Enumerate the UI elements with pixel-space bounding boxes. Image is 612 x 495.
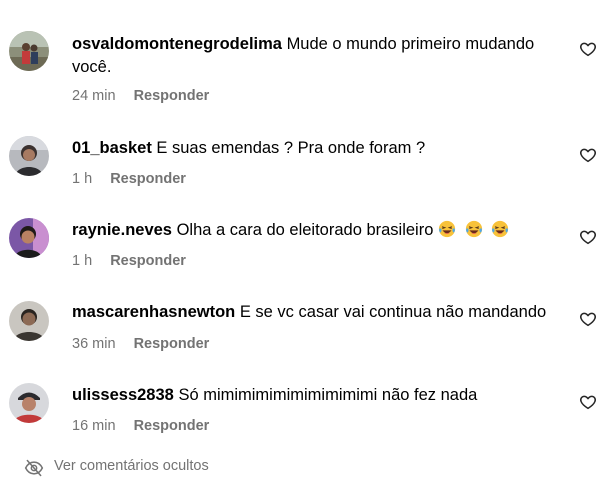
heart-outline-icon[interactable] <box>579 146 597 164</box>
heart-outline-icon[interactable] <box>579 310 597 328</box>
comment-meta: 24 min Responder <box>72 88 209 104</box>
laughing-crying-emoji <box>465 220 482 238</box>
comment-body: raynie.neves Olha a cara do eleitorado b… <box>72 219 572 242</box>
comment-time: 1 h <box>72 171 93 187</box>
comment-body: mascarenhasnewton E se vc casar vai cont… <box>72 301 572 324</box>
avatar[interactable] <box>9 383 49 423</box>
reply-button[interactable]: Responder <box>110 171 186 187</box>
reply-button[interactable]: Responder <box>134 336 210 352</box>
comment-body: 01_basket E suas emendas ? Pra onde fora… <box>72 137 572 160</box>
laughing-crying-emoji <box>438 220 456 238</box>
comment-username[interactable]: osvaldomontenegrodelima <box>72 35 282 53</box>
heart-outline-icon[interactable] <box>579 393 597 411</box>
avatar[interactable] <box>9 31 49 71</box>
comment-meta: 1 h Responder <box>72 171 186 187</box>
comment-time: 24 min <box>72 88 116 104</box>
comment-username[interactable]: raynie.neves <box>72 221 172 239</box>
heart-outline-icon[interactable] <box>579 228 597 246</box>
comment-text: Olha a cara do eleitorado brasileiro <box>176 221 434 239</box>
comment-time: 16 min <box>72 418 116 434</box>
comment-meta: 16 min Responder <box>72 418 209 434</box>
comment-text: Só mimimimimimimimimimi não fez nada <box>178 386 478 404</box>
hidden-comments-label: Ver comentários ocultos <box>54 458 209 474</box>
eye-slash-icon <box>24 459 44 477</box>
comment-body: osvaldomontenegrodelima Mude o mundo pri… <box>72 33 572 79</box>
comment-text: E suas emendas ? Pra onde foram ? <box>156 139 426 157</box>
laughing-crying-emoji <box>492 220 509 238</box>
avatar[interactable] <box>9 136 49 176</box>
reply-button[interactable]: Responder <box>134 88 210 104</box>
comment-username[interactable]: mascarenhasnewton <box>72 303 235 321</box>
comment-username[interactable]: 01_basket <box>72 139 152 157</box>
heart-outline-icon[interactable] <box>579 40 597 58</box>
avatar[interactable] <box>9 301 49 341</box>
avatar[interactable] <box>9 218 49 258</box>
comment-meta: 1 h Responder <box>72 253 186 269</box>
comment-meta: 36 min Responder <box>72 336 209 352</box>
reply-button[interactable]: Responder <box>134 418 210 434</box>
comment-time: 36 min <box>72 336 116 352</box>
comment-text: E se vc casar vai continua não mandando <box>239 303 547 321</box>
comment-body: ulissess2838 Só mimimimimimimimimimi não… <box>72 384 572 407</box>
reply-button[interactable]: Responder <box>110 253 186 269</box>
comment-time: 1 h <box>72 253 93 269</box>
comment-username[interactable]: ulissess2838 <box>72 386 174 404</box>
